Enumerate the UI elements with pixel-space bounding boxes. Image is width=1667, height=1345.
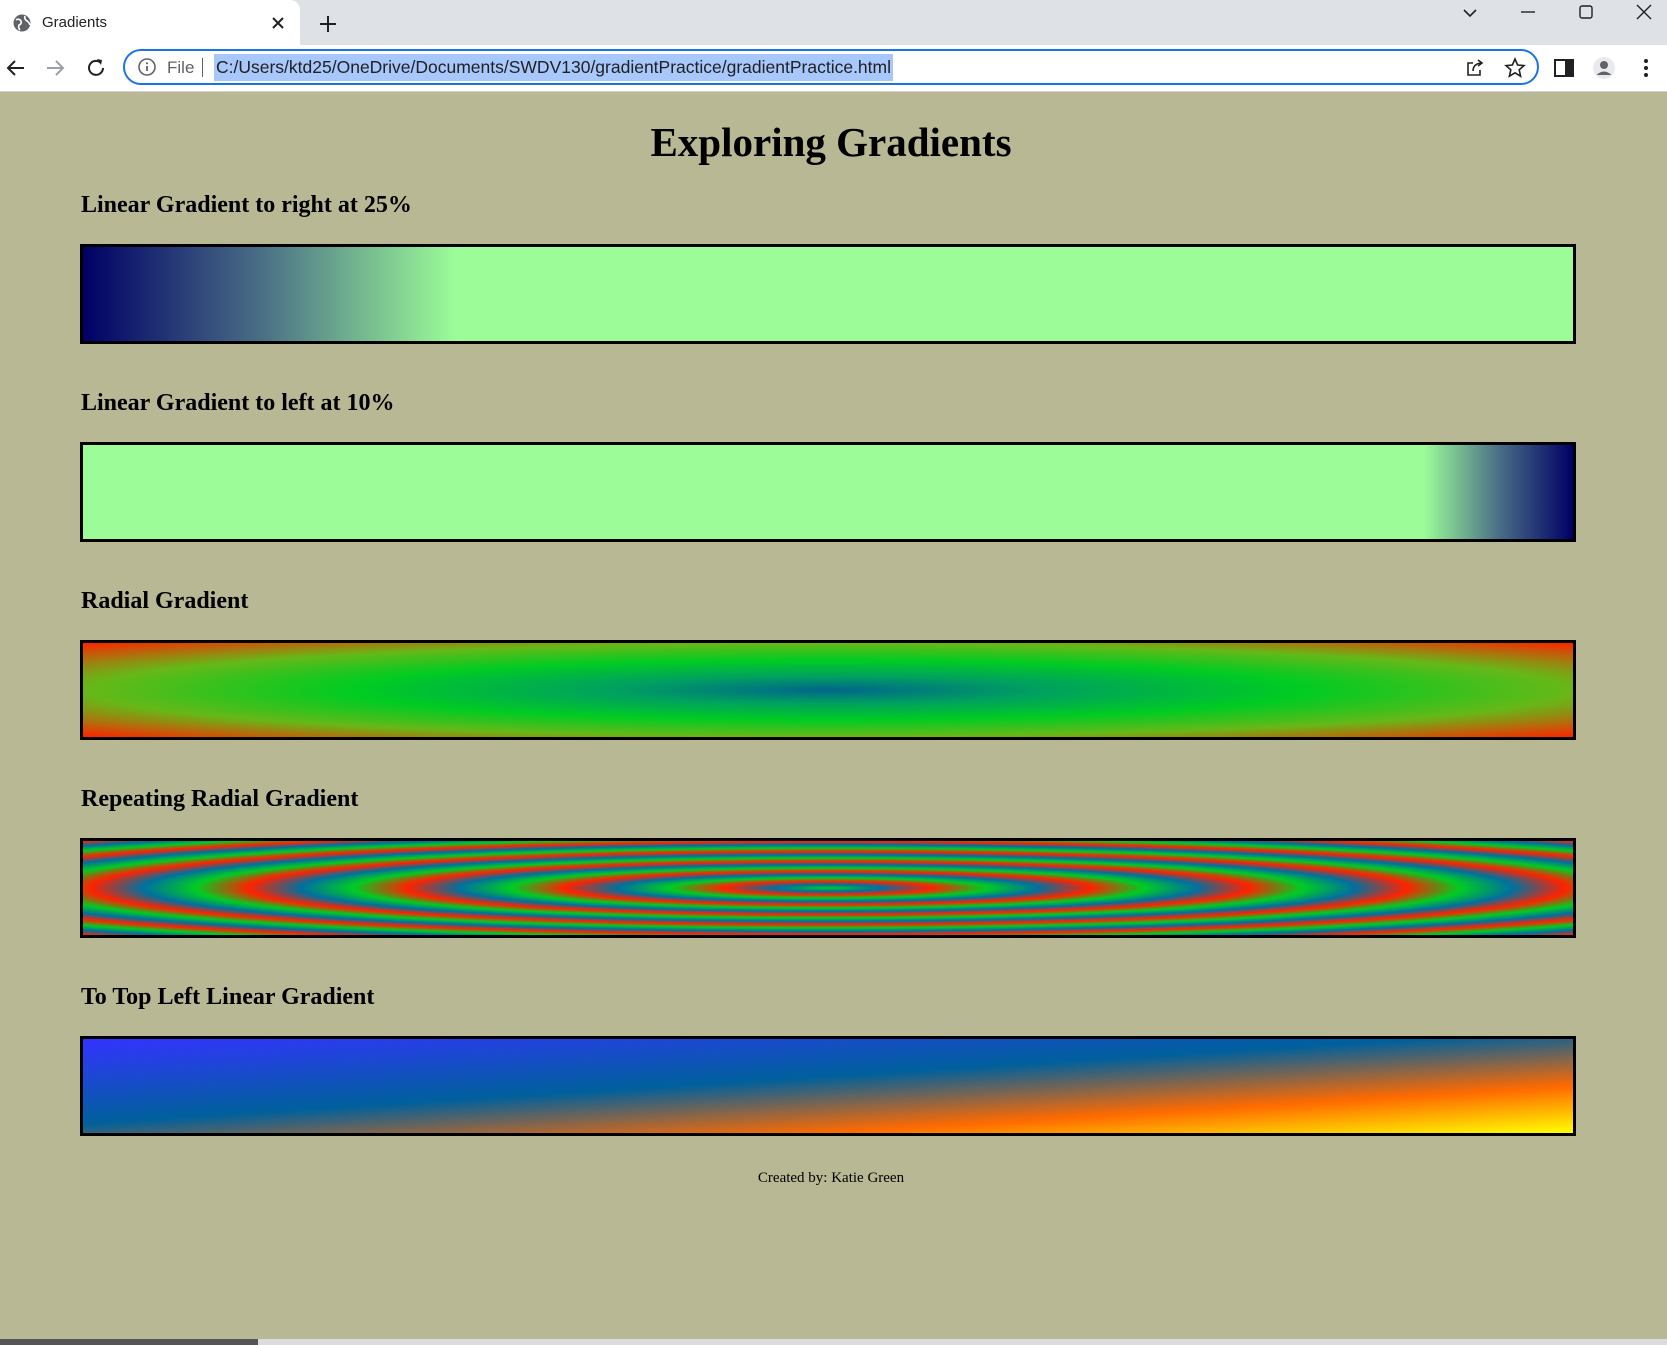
section-heading-linear-right: Linear Gradient to right at 25% — [81, 192, 412, 218]
file-scheme-label: File — [167, 58, 195, 77]
horizontal-scrollbar-track[interactable] — [258, 1339, 1667, 1345]
window-close-icon[interactable] — [1626, 2, 1662, 26]
close-icon[interactable] — [270, 15, 286, 31]
repeating-radial-gradient-box — [80, 838, 1576, 938]
forward-arrow-icon[interactable] — [43, 56, 67, 80]
reload-icon[interactable] — [84, 56, 108, 80]
profile-icon[interactable] — [1592, 56, 1616, 80]
radial-gradient-box — [80, 640, 1576, 740]
globe-icon — [13, 14, 31, 32]
section-heading-repeating-radial: Repeating Radial Gradient — [81, 786, 359, 812]
horizontal-scrollbar-thumb[interactable] — [0, 1339, 258, 1345]
linear-right-gradient-box — [80, 244, 1576, 344]
side-panel-icon[interactable] — [1552, 56, 1576, 80]
browser-toolbar: File C:/Users/ktd25/OneDrive/Documents/S… — [0, 45, 1667, 92]
tab-strip: Gradients — [0, 0, 1667, 45]
tab-search-icon[interactable] — [1452, 2, 1488, 26]
star-icon[interactable] — [1504, 57, 1526, 79]
back-arrow-icon[interactable] — [4, 56, 28, 80]
url-text[interactable]: C:/Users/ktd25/OneDrive/Documents/SWDV13… — [214, 54, 893, 81]
top-left-gradient-box — [80, 1036, 1576, 1136]
info-icon[interactable] — [137, 57, 157, 77]
maximize-icon[interactable] — [1568, 2, 1604, 26]
page-title: Exploring Gradients — [650, 119, 1012, 165]
browser-tab[interactable]: Gradients — [0, 0, 300, 45]
section-heading-top-left: To Top Left Linear Gradient — [81, 984, 375, 1010]
page-content: Exploring Gradients Linear Gradient to r… — [0, 92, 1667, 1339]
section-heading-linear-left: Linear Gradient to left at 10% — [81, 390, 395, 416]
address-separator — [202, 58, 203, 77]
footer-credit: Created by: Katie Green — [757, 1170, 905, 1186]
linear-left-gradient-box — [80, 442, 1576, 542]
minimize-icon[interactable] — [1510, 2, 1546, 26]
share-icon[interactable] — [1464, 57, 1486, 79]
menu-icon[interactable] — [1634, 56, 1658, 80]
plus-icon[interactable] — [318, 14, 338, 34]
address-bar[interactable]: File C:/Users/ktd25/OneDrive/Documents/S… — [123, 49, 1539, 85]
tab-title: Gradients — [42, 14, 108, 31]
section-heading-radial: Radial Gradient — [81, 588, 249, 614]
